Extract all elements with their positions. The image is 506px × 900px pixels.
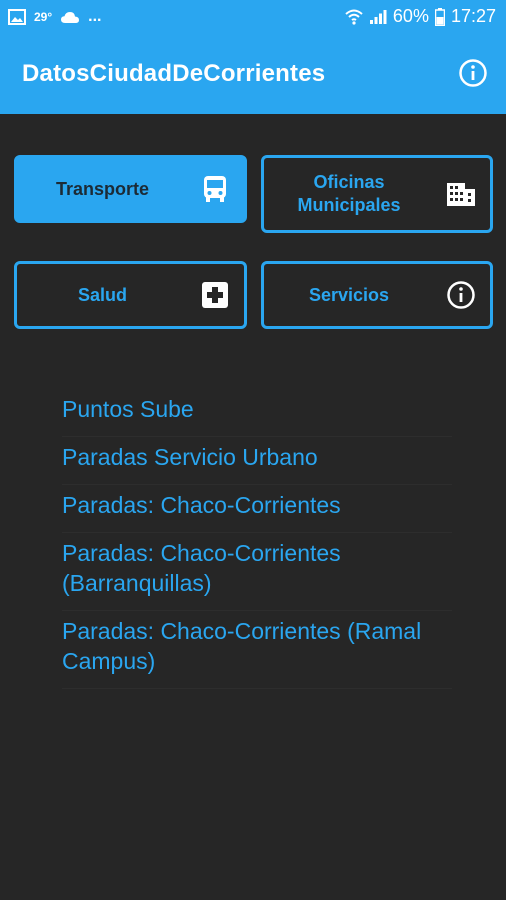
signal-icon <box>369 9 387 24</box>
salud-button[interactable]: Salud <box>14 261 247 329</box>
temperature-text: 29° <box>34 10 53 24</box>
servicios-label: Servicios <box>308 284 390 305</box>
list-item-paradas-ramal-campus[interactable]: Paradas: Chaco-Corrientes (Ramal Campus) <box>62 614 452 689</box>
building-icon <box>446 179 476 209</box>
status-bar: 29° ... 60% 17:27 <box>0 0 506 36</box>
clock-text: 17:27 <box>450 6 496 26</box>
battery-percent-text: 60% <box>392 6 429 26</box>
transport-list: Puntos Sube Paradas Servicio Urbano Para… <box>62 392 452 692</box>
bus-icon <box>200 174 230 204</box>
oficinas-municipales-label: Oficinas Municipales <box>297 172 401 215</box>
list-item-paradas-barranquillas[interactable]: Paradas: Chaco-Corrientes (Barranquillas… <box>62 536 452 611</box>
wifi-icon <box>345 9 363 25</box>
more-notifications-text: ... <box>88 8 102 25</box>
battery-icon <box>434 7 445 26</box>
app-bar: DatosCiudadDeCorrientes <box>0 36 506 114</box>
info-icon[interactable] <box>458 58 488 88</box>
list-item-puntos-sube[interactable]: Puntos Sube <box>62 392 452 437</box>
cloud-icon <box>61 12 80 23</box>
gallery-icon <box>8 9 26 25</box>
info-icon <box>446 280 476 310</box>
servicios-button[interactable]: Servicios <box>261 261 493 329</box>
list-item-paradas-chaco-corrientes[interactable]: Paradas: Chaco-Corrientes <box>62 488 452 533</box>
salud-label: Salud <box>77 284 127 305</box>
transporte-button[interactable]: Transporte <box>14 155 247 223</box>
medical-cross-icon <box>200 280 230 310</box>
app-title: DatosCiudadDeCorrientes <box>22 60 326 87</box>
oficinas-municipales-button[interactable]: Oficinas Municipales <box>261 155 493 233</box>
transporte-label: Transporte <box>55 178 150 199</box>
list-item-paradas-servicio-urbano[interactable]: Paradas Servicio Urbano <box>62 440 452 485</box>
